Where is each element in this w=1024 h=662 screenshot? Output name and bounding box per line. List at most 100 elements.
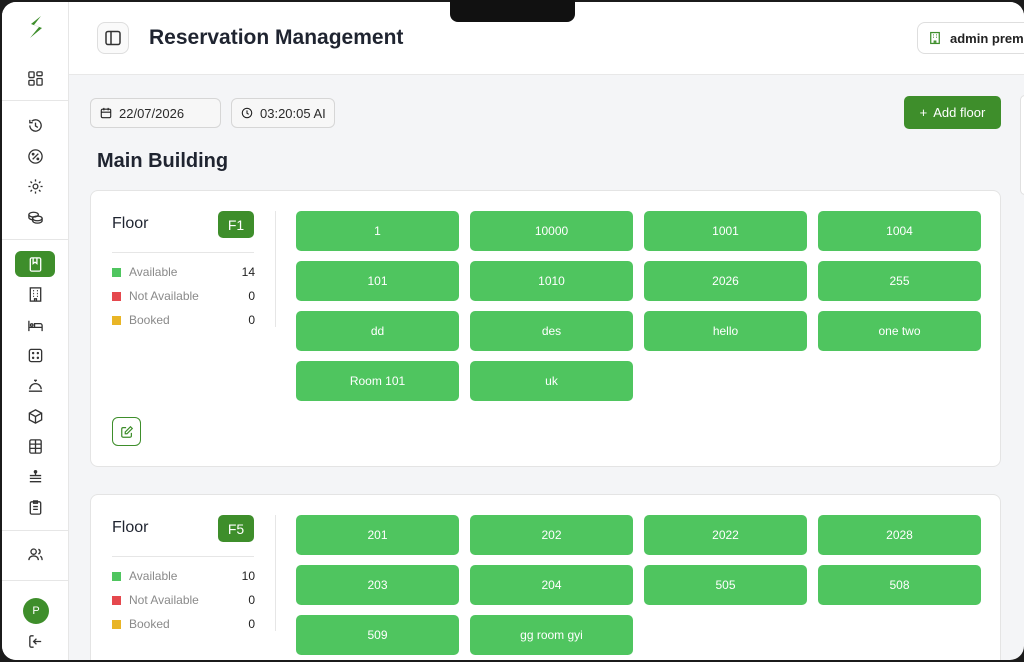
room-button[interactable]: 255 [818, 261, 981, 301]
room-button[interactable]: 509 [296, 615, 459, 655]
time-display: 03:20:05 AI [231, 98, 335, 128]
room-button[interactable]: dd [296, 311, 459, 351]
sidebar-divider [2, 530, 69, 531]
building-icon [930, 31, 940, 45]
stat-label: Booked [129, 313, 170, 327]
logout-icon[interactable] [22, 628, 48, 654]
stat-booked: Booked 0 [112, 616, 255, 632]
sidebar-toggle-button[interactable] [97, 22, 129, 54]
building-icon[interactable] [22, 281, 48, 307]
stat-count: 0 [248, 289, 255, 303]
floor-label: Floor [112, 215, 149, 232]
stat-available: Available 14 [112, 264, 255, 280]
room-button[interactable]: uk [470, 361, 633, 401]
bed-icon[interactable] [22, 312, 48, 338]
time-value: 03:20:05 AI [260, 105, 326, 121]
stat-not-available: Not Available 0 [112, 592, 255, 608]
floor-code-badge: F1 [218, 211, 254, 238]
room-button[interactable]: 204 [470, 565, 633, 605]
camera-notch [450, 0, 575, 22]
grid-dots-icon[interactable] [22, 342, 48, 368]
room-button[interactable]: gg room gyi [470, 615, 633, 655]
user-avatar[interactable]: P [23, 598, 49, 624]
divider [112, 252, 254, 253]
stat-count: 0 [248, 313, 255, 327]
user-menu-button[interactable]: admin premi [917, 22, 1024, 54]
room-button[interactable]: 1010 [470, 261, 633, 301]
booked-swatch [112, 619, 121, 629]
divider [112, 556, 254, 557]
room-grid: 1 10000 1001 1004 101 1010 2026 255 dd d… [296, 211, 982, 401]
booked-swatch [112, 315, 121, 325]
date-picker[interactable]: 22/07/2026 [90, 98, 221, 128]
history-icon[interactable] [22, 112, 48, 138]
stat-available: Available 10 [112, 568, 255, 584]
sidebar-divider [2, 239, 69, 240]
app-window: P Reservation Management admin premi 22/… [2, 2, 1024, 660]
settings-gear-icon[interactable] [22, 173, 48, 199]
room-button[interactable]: 508 [818, 565, 981, 605]
stat-label: Booked [129, 617, 170, 631]
divider [275, 211, 276, 327]
add-floor-label: Add floor [933, 105, 986, 120]
building-title: Main Building [97, 150, 229, 172]
floor-label: Floor [112, 519, 149, 536]
floor-card: Floor F1 Available 14 Not Available 0 Bo… [90, 190, 1001, 467]
room-button[interactable]: 2026 [644, 261, 807, 301]
coins-icon[interactable] [22, 203, 48, 229]
stat-booked: Booked 0 [112, 312, 255, 328]
room-button[interactable]: 1004 [818, 211, 981, 251]
room-grid: 201 202 2022 2028 203 204 505 508 509 gg… [296, 515, 982, 655]
room-button[interactable]: Room 101 [296, 361, 459, 401]
room-button[interactable]: des [470, 311, 633, 351]
available-swatch [112, 267, 121, 277]
available-swatch [112, 571, 121, 581]
plus-icon: + [919, 105, 928, 120]
users-icon[interactable] [22, 541, 48, 567]
package-icon[interactable] [22, 403, 48, 429]
room-button[interactable]: 1001 [644, 211, 807, 251]
room-button[interactable]: 202 [470, 515, 633, 555]
stat-label: Not Available [129, 593, 199, 607]
stat-count: 0 [248, 593, 255, 607]
room-button[interactable]: 203 [296, 565, 459, 605]
room-button[interactable]: 201 [296, 515, 459, 555]
room-button[interactable]: 1 [296, 211, 459, 251]
floor-card: Floor F5 Available 10 Not Available 0 Bo… [90, 494, 1001, 660]
stat-count: 10 [241, 569, 255, 583]
divider [275, 515, 276, 631]
not-available-swatch [112, 291, 121, 301]
page-title: Reservation Management [149, 26, 404, 49]
discount-icon[interactable] [22, 143, 48, 169]
calendar-icon [100, 107, 112, 119]
edit-floor-button[interactable] [112, 417, 141, 446]
service-bell-icon[interactable] [22, 372, 48, 398]
sidebar-divider [2, 580, 69, 581]
stat-label: Not Available [129, 289, 199, 303]
room-button[interactable]: hello [644, 311, 807, 351]
room-button[interactable]: 101 [296, 261, 459, 301]
user-menu-label: admin premi [950, 30, 1024, 46]
stat-not-available: Not Available 0 [112, 288, 255, 304]
sidebar-divider [2, 100, 69, 101]
sidebar: P [2, 2, 69, 660]
not-available-swatch [112, 595, 121, 605]
floor-code-badge: F5 [218, 515, 254, 542]
room-button[interactable]: 505 [644, 565, 807, 605]
room-button[interactable]: 10000 [470, 211, 633, 251]
room-button[interactable]: one two [818, 311, 981, 351]
stat-label: Available [129, 265, 178, 279]
app-logo [30, 16, 42, 38]
add-floor-button[interactable]: + Add floor [904, 96, 1001, 129]
room-button[interactable]: 2028 [818, 515, 981, 555]
date-value: 22/07/2026 [119, 105, 185, 121]
clock-icon [241, 107, 253, 119]
room-button[interactable]: 2022 [644, 515, 807, 555]
dashboard-icon[interactable] [22, 65, 48, 91]
stat-label: Available [129, 569, 178, 583]
table-list-icon[interactable] [22, 433, 48, 459]
clipboard-icon[interactable] [22, 494, 48, 520]
stat-count: 0 [248, 617, 255, 631]
stack-layers-icon[interactable] [22, 463, 48, 489]
reservation-book-icon[interactable] [15, 251, 55, 277]
